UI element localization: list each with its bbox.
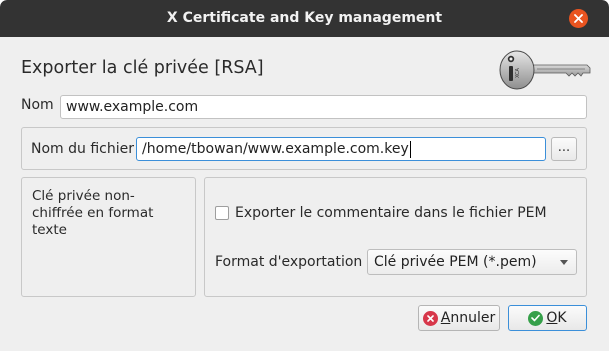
export-comment-checkbox[interactable] bbox=[215, 206, 229, 220]
ok-button-label: OK bbox=[546, 310, 567, 326]
dialog-window: X Certificate and Key management Exporte… bbox=[0, 0, 609, 351]
close-button[interactable] bbox=[569, 9, 588, 28]
text-caret bbox=[409, 140, 411, 158]
options-group bbox=[204, 177, 587, 297]
name-field[interactable]: www.example.com bbox=[60, 95, 587, 119]
key-icon: XCA bbox=[499, 50, 591, 90]
window-title: X Certificate and Key management bbox=[166, 10, 443, 26]
browse-button[interactable]: ... bbox=[551, 137, 577, 161]
export-format-label: Format d'exportation bbox=[215, 254, 363, 270]
cancel-button-label: Annuler bbox=[440, 310, 496, 326]
dialog-heading: Exporter la clé privée [RSA] bbox=[21, 58, 264, 78]
checkmark-icon bbox=[528, 310, 544, 326]
export-format-select[interactable]: Clé privée PEM (*.pem) bbox=[367, 249, 577, 275]
title-bar: X Certificate and Key management bbox=[0, 0, 609, 37]
name-label: Nom bbox=[21, 97, 54, 113]
export-format-value: Clé privée PEM (*.pem) bbox=[374, 254, 537, 270]
filename-field[interactable]: /home/tbowan/www.example.com.key bbox=[136, 137, 546, 161]
close-icon bbox=[574, 14, 583, 23]
chevron-down-icon bbox=[560, 260, 568, 265]
file-label: Nom du fichier bbox=[31, 141, 134, 157]
ok-button[interactable]: OK bbox=[508, 305, 587, 331]
cancel-button[interactable]: Annuler bbox=[418, 305, 500, 331]
filename-field-value: /home/tbowan/www.example.com.key bbox=[142, 141, 409, 157]
format-description: Clé privée non-chiffrée en format texte bbox=[32, 188, 154, 238]
name-field-value: www.example.com bbox=[66, 99, 199, 115]
cancel-icon bbox=[422, 310, 438, 326]
export-comment-label[interactable]: Exporter le commentaire dans le fichier … bbox=[235, 205, 547, 221]
svg-text:XCA: XCA bbox=[515, 67, 521, 78]
